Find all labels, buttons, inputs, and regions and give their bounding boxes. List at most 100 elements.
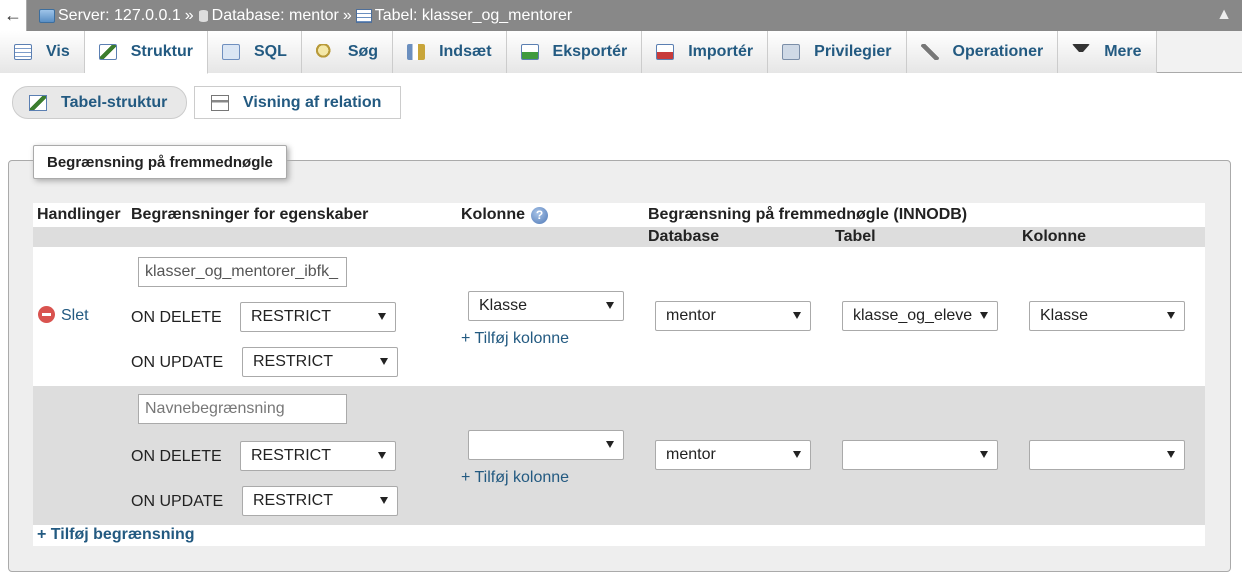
select-value: Klasse (479, 297, 528, 314)
subtab-label: Tabel-struktur (61, 93, 168, 111)
dropdown-arrow-icon (380, 358, 388, 365)
tab-label: SQL (253, 43, 287, 60)
dropdown-arrow-icon (793, 451, 801, 458)
select-value: RESTRICT (251, 308, 331, 325)
breadcrumb-database[interactable]: Database: mentor (212, 7, 339, 25)
header-column: Kolonne ? (461, 203, 548, 227)
on-delete-select[interactable]: RESTRICT (240, 441, 396, 471)
header-database: Database (648, 228, 720, 245)
header-actions: Handlinger (37, 206, 121, 223)
select-value: mentor (666, 307, 716, 324)
header-table: Tabel (835, 228, 876, 245)
tab-label: Mere (1104, 43, 1142, 60)
tab-vis[interactable]: Vis (0, 31, 85, 73)
breadcrumb-table[interactable]: Tabel: klasser_og_mentorer (375, 7, 572, 25)
delete-link[interactable]: Slet (38, 306, 89, 325)
subtab-table-structure[interactable]: Tabel-struktur (12, 86, 187, 119)
add-constraint-link[interactable]: + Tilføj begrænsning (37, 526, 195, 544)
breadcrumb-separator: » (342, 6, 352, 24)
structure-icon (29, 94, 47, 111)
dropdown-arrow-icon (1167, 312, 1175, 319)
subtab-label: Visning af relation (243, 93, 382, 111)
tab-label: Vis (46, 43, 70, 60)
tab-label: Eksportér (552, 43, 628, 60)
tab-sog[interactable]: Søg (301, 31, 394, 73)
select-value: Klasse (1040, 307, 1089, 324)
select-value: RESTRICT (253, 353, 333, 370)
constraint-name-input[interactable]: Navnebegrænsning (138, 394, 347, 424)
select-value: klasse_og_eleve (853, 307, 973, 324)
fieldset-legend: Begrænsning på fremmednøgle (33, 145, 287, 179)
constraint-name-input[interactable]: klasser_og_mentorer_ibfk_ (138, 257, 347, 287)
column-select[interactable]: Klasse (468, 291, 624, 321)
select-value: mentor (666, 446, 716, 463)
breadcrumb-server[interactable]: Server: 127.0.0.1 (58, 7, 181, 25)
header-column-label: Kolonne (461, 206, 525, 223)
tab-operationer[interactable]: Operationer (906, 31, 1059, 73)
main-tab-bar: Vis Struktur SQL Søg Indsæt Eksportér Im… (0, 31, 1242, 74)
dropdown-arrow-icon (380, 497, 388, 504)
table-row: Navnebegrænsning ON DELETE RESTRICT ON U… (33, 386, 1205, 525)
on-delete-label: ON DELETE (131, 448, 222, 465)
import-icon (656, 44, 675, 60)
dropdown-arrow-icon (606, 302, 614, 309)
add-column-link[interactable]: + Tilføj kolonne (461, 330, 569, 348)
tab-label: Struktur (130, 43, 193, 60)
dropdown-arrow-icon (606, 441, 614, 448)
tab-privilegier[interactable]: Privilegier (768, 31, 907, 73)
on-delete-select[interactable]: RESTRICT (240, 302, 396, 332)
add-column-link[interactable]: + Tilføj kolonne (461, 469, 569, 487)
fk-database-select[interactable]: mentor (655, 301, 811, 331)
delete-label: Slet (61, 307, 89, 324)
help-icon[interactable]: ? (531, 206, 548, 224)
privileges-icon (782, 44, 801, 60)
server-icon (39, 8, 55, 23)
database-icon (197, 8, 209, 23)
search-icon (315, 44, 334, 60)
sql-icon (221, 44, 240, 60)
on-update-label: ON UPDATE (131, 493, 224, 510)
export-icon (520, 44, 539, 60)
subtab-relation-view[interactable]: Visning af relation (194, 86, 401, 119)
dropdown-arrow-icon (378, 313, 386, 320)
insert-icon (407, 44, 426, 60)
tab-label: Søg (347, 43, 379, 60)
on-update-select[interactable]: RESTRICT (242, 347, 398, 377)
tab-sql[interactable]: SQL (207, 31, 302, 73)
fk-table-select[interactable] (842, 440, 998, 470)
tab-eksporter[interactable]: Eksportér (506, 31, 643, 73)
tab-mere[interactable]: Mere (1058, 31, 1157, 73)
tab-label: Operationer (952, 43, 1044, 60)
header-constraint-props: Begrænsninger for egenskaber (131, 206, 369, 223)
tab-label: Importér (688, 43, 754, 60)
table-icon (355, 8, 372, 23)
header-fk-constraint: Begrænsning på fremmednøgle (INNODB) (648, 206, 968, 223)
dropdown-arrow-icon (793, 312, 801, 319)
dropdown-arrow-icon (378, 452, 386, 459)
delete-icon (38, 306, 55, 323)
browse-icon (14, 44, 32, 60)
breadcrumb-bar: ← Server: 127.0.0.1 » Database: mentor »… (0, 0, 1242, 31)
tab-importer[interactable]: Importér (642, 31, 769, 73)
fk-column-select[interactable] (1029, 440, 1185, 470)
collapse-icon[interactable]: ▲︎ (1216, 6, 1232, 24)
on-update-label: ON UPDATE (131, 354, 224, 371)
tab-label: Privilegier (814, 43, 892, 60)
fk-column-select[interactable]: Klasse (1029, 301, 1185, 331)
fk-constraint-table: Handlinger Begrænsninger for egenskaber … (33, 203, 1205, 546)
dropdown-arrow-icon (1167, 451, 1175, 458)
fk-table-select[interactable]: klasse_og_eleve (842, 301, 998, 331)
tab-struktur[interactable]: Struktur (84, 31, 208, 74)
relation-icon (211, 94, 229, 111)
select-value: RESTRICT (251, 447, 331, 464)
back-arrow-icon[interactable]: ← (0, 0, 27, 31)
column-select[interactable] (468, 430, 624, 460)
tab-label: Indsæt (439, 43, 492, 60)
tab-indsaet[interactable]: Indsæt (393, 31, 507, 73)
dropdown-arrow-icon (980, 451, 988, 458)
on-update-select[interactable]: RESTRICT (242, 486, 398, 516)
fk-database-select[interactable]: mentor (655, 440, 811, 470)
wrench-icon (920, 44, 939, 60)
select-value: RESTRICT (253, 492, 333, 509)
dropdown-arrow-icon (980, 312, 988, 319)
